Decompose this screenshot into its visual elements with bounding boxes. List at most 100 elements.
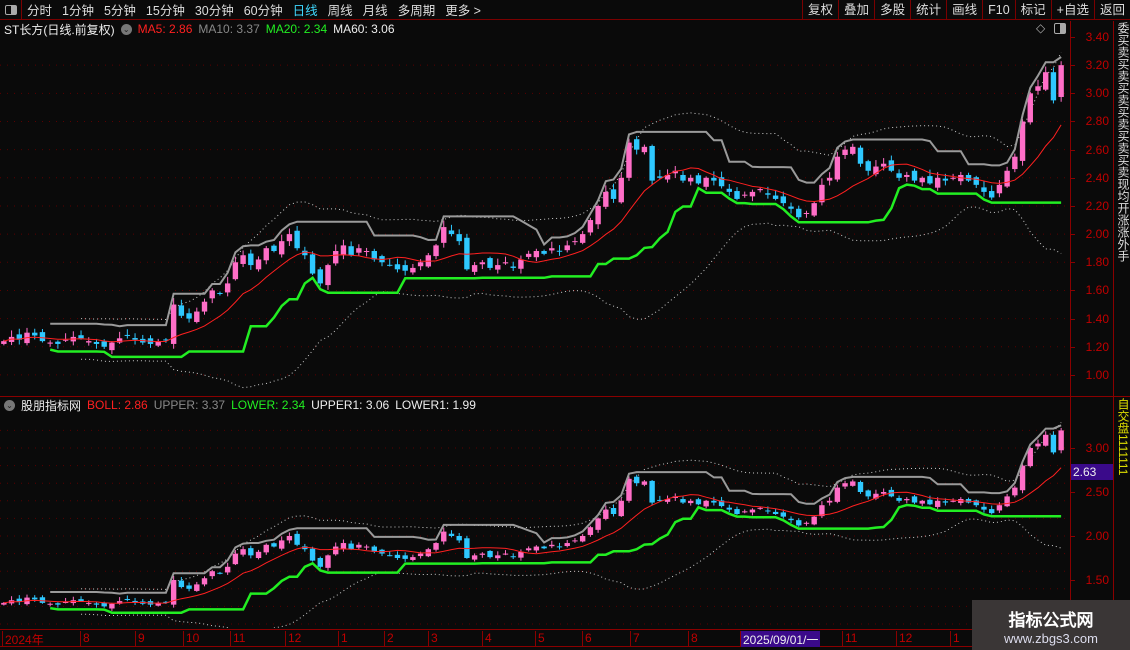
boll-mid-line (3, 124, 1062, 343)
boll-value: BOLL: 2.86 (87, 398, 148, 412)
axis-tick (1071, 65, 1075, 67)
period-tab[interactable]: 60分钟 (239, 0, 288, 19)
date-label: 12 (896, 631, 912, 647)
candle-body (749, 509, 756, 513)
current-price-label: 2.63 (1071, 464, 1113, 480)
lower1-value: LOWER1: 1.99 (395, 398, 476, 412)
candle-body (811, 203, 817, 216)
axis-label: 2.00 (1085, 227, 1109, 242)
candle-body (595, 205, 601, 225)
candle-body (726, 507, 732, 510)
candle-body (919, 500, 925, 504)
candle-body (857, 481, 864, 492)
toolbar-button[interactable]: +自选 (1050, 0, 1094, 20)
dropdown-chevron-icon[interactable]: ⌄ (120, 23, 132, 35)
toolbar-button[interactable]: 画线 (946, 0, 982, 20)
candle-body (495, 265, 501, 270)
side-quote-tab[interactable]: 委买卖买卖买卖买卖买卖买卖现均开涨涨外手 (1116, 22, 1130, 396)
period-tab[interactable]: 15分钟 (141, 0, 190, 19)
candle-body (186, 585, 192, 589)
candle-body (618, 177, 624, 203)
candle-body (101, 603, 107, 607)
candle-body (626, 478, 632, 501)
axis-tick (1071, 318, 1075, 320)
candle-body (456, 536, 462, 541)
panel-layout-icon[interactable] (1054, 23, 1066, 34)
date-label: 8 (688, 631, 698, 647)
candle-body (356, 248, 362, 253)
candle-body (487, 550, 493, 558)
main-price-chart[interactable] (0, 37, 1070, 397)
axis-tick (1071, 149, 1075, 151)
date-label: 2024年 (2, 631, 44, 647)
candle-body (904, 499, 910, 501)
toolbar-button[interactable]: F10 (982, 0, 1015, 20)
candle-body (649, 145, 655, 181)
candle-body (240, 549, 246, 555)
date-label: 1 (338, 631, 348, 647)
toolbar-button[interactable]: 标记 (1014, 0, 1051, 20)
candle-body (194, 584, 200, 591)
toolbar-button[interactable]: 叠加 (838, 0, 874, 20)
candle-body (981, 506, 987, 510)
candle-body (688, 500, 694, 504)
panel-toggle-button[interactable] (0, 0, 22, 20)
candle-body (1035, 443, 1041, 447)
candle-body (742, 194, 748, 196)
candle-body (641, 146, 648, 153)
axis-label: 2.20 (1085, 198, 1109, 213)
toolbar-button[interactable]: 复权 (802, 0, 838, 20)
axis-label: 1.50 (1085, 573, 1109, 587)
period-tab[interactable]: 5分钟 (99, 0, 141, 19)
candle-body (55, 341, 61, 344)
date-label: 11 (842, 631, 857, 647)
period-tab[interactable]: 30分钟 (190, 0, 239, 19)
candle-body (865, 490, 871, 497)
candle-body (471, 555, 478, 560)
candle-body (1050, 434, 1057, 453)
period-tab[interactable]: 多周期 (393, 0, 441, 19)
period-tab[interactable]: 1分钟 (57, 0, 99, 19)
period-tab[interactable]: 周线 (323, 0, 358, 19)
candle-body (417, 553, 424, 557)
period-tab[interactable]: 更多 > (440, 0, 486, 19)
indicator-chart[interactable] (0, 413, 1070, 628)
candle-body (603, 191, 609, 207)
axis-label: 1.60 (1085, 283, 1109, 298)
ma20-value: MA20: 2.34 (265, 22, 328, 36)
candle-body (610, 189, 617, 199)
axis-label: 2.60 (1085, 142, 1109, 157)
candle-body (796, 208, 802, 218)
date-label: 2 (384, 631, 394, 647)
period-tab[interactable]: 分时 (22, 0, 57, 19)
side-trade-tab[interactable]: 自交盘1111111 (1116, 398, 1130, 598)
candle-body (680, 499, 686, 503)
candle-body (325, 555, 331, 568)
candle-body (564, 543, 570, 547)
candle-body (93, 341, 100, 344)
candle-body (201, 301, 208, 312)
date-label: 3 (428, 631, 438, 647)
candle-body (757, 507, 763, 509)
candle-body (572, 540, 578, 542)
candle-body (248, 548, 254, 556)
candle-body (904, 174, 910, 177)
toolbar-button[interactable]: 返回 (1093, 0, 1130, 20)
candle-body (641, 481, 648, 485)
date-label: 12 (285, 631, 301, 647)
candle-body (780, 196, 787, 204)
candle-body (772, 195, 779, 199)
period-tab[interactable]: 月线 (358, 0, 393, 19)
candle-body (109, 603, 115, 609)
candle-body (680, 174, 686, 181)
candle-body (780, 512, 787, 517)
dropdown-chevron-icon[interactable]: ⌄ (4, 399, 15, 411)
period-tab[interactable]: 日线 (288, 0, 323, 19)
candle-body (510, 266, 516, 268)
toolbar-button[interactable]: 统计 (910, 0, 946, 20)
candle-body (402, 555, 408, 559)
toolbar-button[interactable]: 多股 (874, 0, 910, 20)
date-label: 8 (80, 631, 90, 647)
candle-body (78, 335, 84, 339)
diamond-icon[interactable]: ◇ (1036, 21, 1045, 35)
